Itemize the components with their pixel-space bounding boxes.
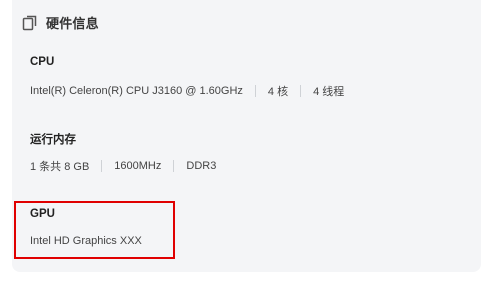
section-header: 硬件信息 xyxy=(22,13,99,32)
divider xyxy=(173,160,175,172)
cpu-threads: 4 线程 xyxy=(313,86,345,98)
document-copy-icon xyxy=(22,15,38,31)
gpu-highlight-box xyxy=(14,201,175,259)
memory-label: 运行内存 xyxy=(30,134,76,146)
cpu-cores: 4 核 xyxy=(267,86,289,98)
cpu-info-row: Intel(R) Celeron(R) CPU J3160 @ 1.60GHz … xyxy=(30,83,344,99)
cpu-model: Intel(R) Celeron(R) CPU J3160 @ 1.60GHz xyxy=(30,85,243,97)
divider xyxy=(254,85,256,97)
cpu-label: CPU xyxy=(30,56,55,68)
section-title: 硬件信息 xyxy=(46,16,99,31)
memory-type: DDR3 xyxy=(186,160,217,172)
divider xyxy=(101,160,103,172)
memory-modules: 1 条共 8 GB xyxy=(30,161,90,173)
divider xyxy=(300,85,302,97)
memory-speed: 1600MHz xyxy=(114,160,162,172)
memory-info-row: 1 条共 8 GB 1600MHz DDR3 xyxy=(30,158,216,174)
